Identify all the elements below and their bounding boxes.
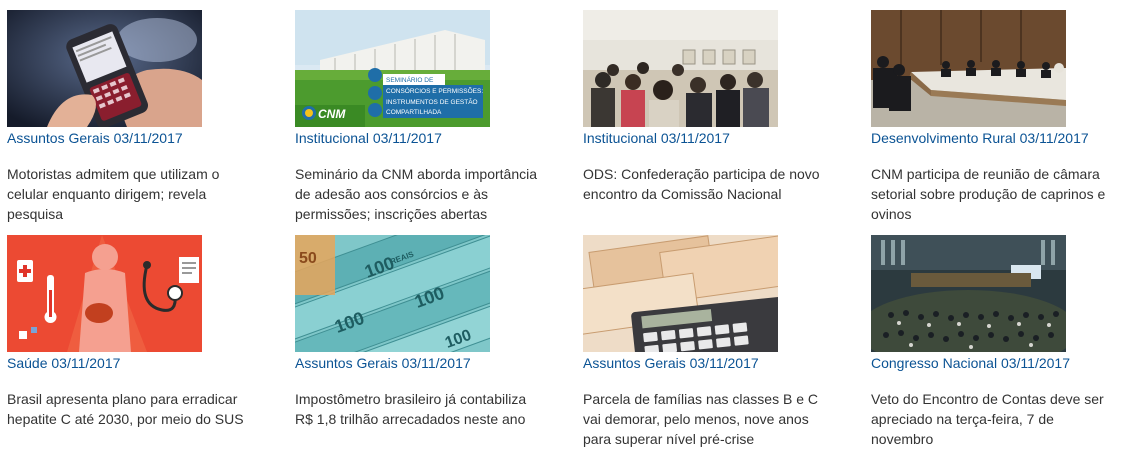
- news-category[interactable]: Desenvolvimento Rural: [871, 130, 1016, 146]
- news-category-date[interactable]: Institucional 03/11/2017: [295, 130, 576, 146]
- news-category-date[interactable]: Desenvolvimento Rural 03/11/2017: [871, 130, 1121, 146]
- news-card: Institucional 03/11/2017 ODS: Confederaç…: [576, 10, 864, 235]
- seminar-banner: SEMINÁRIO DE CONSÓRCIOS E PERMISSÕES: IN…: [295, 10, 490, 127]
- news-thumbnail-conference[interactable]: [871, 10, 1066, 127]
- news-thumbnail-health[interactable]: [7, 235, 202, 352]
- news-headline[interactable]: Impostômetro brasileiro já contabiliza R…: [295, 389, 540, 429]
- banner-line3: INSTRUMENTOS DE GESTÃO: [386, 97, 478, 106]
- news-date[interactable]: 03/11/2017: [51, 355, 120, 371]
- banner-line4: COMPARTILHADA: [386, 109, 442, 116]
- news-category-date[interactable]: Saúde 03/11/2017: [7, 355, 288, 371]
- news-date[interactable]: 03/11/2017: [1020, 130, 1089, 146]
- news-card: Saúde 03/11/2017 Brasil apresenta plano …: [0, 235, 288, 460]
- banner-line1: SEMINÁRIO DE: [386, 75, 434, 84]
- news-thumbnail-calculator[interactable]: [583, 235, 778, 352]
- news-category[interactable]: Assuntos Gerais: [295, 355, 398, 371]
- news-category[interactable]: Institucional: [295, 130, 369, 146]
- news-card: Assuntos Gerais 03/11/2017 Parcela de fa…: [576, 235, 864, 460]
- calculator-photo: [583, 235, 778, 352]
- news-category[interactable]: Congresso Nacional: [871, 355, 997, 371]
- news-headline[interactable]: Veto do Encontro de Contas deve ser apre…: [871, 389, 1116, 449]
- news-thumbnail-banknotes[interactable]: 50 100 100 100 100 REAIS: [295, 235, 490, 352]
- plenary-photo: [871, 235, 1066, 352]
- news-thumbnail-phone[interactable]: [7, 10, 202, 127]
- cnm-logo-text: CNM: [318, 107, 346, 121]
- news-category[interactable]: Assuntos Gerais: [583, 355, 686, 371]
- news-category-date[interactable]: Assuntos Gerais 03/11/2017: [295, 355, 576, 371]
- news-headline[interactable]: Brasil apresenta plano para erradicar he…: [7, 389, 252, 429]
- news-headline[interactable]: Parcela de famílias nas classes B e C va…: [583, 389, 828, 449]
- news-date[interactable]: 03/11/2017: [402, 355, 471, 371]
- news-category-date[interactable]: Assuntos Gerais 03/11/2017: [583, 355, 864, 371]
- news-category[interactable]: Assuntos Gerais: [7, 130, 110, 146]
- news-category[interactable]: Institucional: [583, 130, 657, 146]
- news-headline[interactable]: Seminário da CNM aborda importância de a…: [295, 164, 540, 224]
- news-date[interactable]: 03/11/2017: [114, 130, 183, 146]
- news-headline[interactable]: CNM participa de reunião de câmara setor…: [871, 164, 1116, 224]
- news-card: 50 100 100 100 100 REAIS Assuntos Gerais…: [288, 235, 576, 460]
- news-headline[interactable]: Motoristas admitem que utilizam o celula…: [7, 164, 252, 224]
- news-category-date[interactable]: Institucional 03/11/2017: [583, 130, 864, 146]
- news-grid: Assuntos Gerais 03/11/2017 Motoristas ad…: [0, 10, 1121, 460]
- news-date[interactable]: 03/11/2017: [690, 355, 759, 371]
- news-category-date[interactable]: Congresso Nacional 03/11/2017: [871, 355, 1121, 371]
- news-card: SEMINÁRIO DE CONSÓRCIOS E PERMISSÕES: IN…: [288, 10, 576, 235]
- news-category[interactable]: Saúde: [7, 355, 47, 371]
- phone-photo: [7, 10, 202, 127]
- news-thumbnail-plenary[interactable]: [871, 235, 1066, 352]
- note-denomination-50: 50: [299, 250, 317, 267]
- banknotes-photo: 50 100 100 100 100 REAIS: [295, 235, 490, 352]
- conference-photo: [871, 10, 1066, 127]
- news-headline[interactable]: ODS: Confederação participa de novo enco…: [583, 164, 828, 204]
- banner-line2: CONSÓRCIOS E PERMISSÕES:: [386, 86, 483, 95]
- meeting-photo: [583, 10, 778, 127]
- news-thumbnail-seminar[interactable]: SEMINÁRIO DE CONSÓRCIOS E PERMISSÕES: IN…: [295, 10, 490, 127]
- news-card: Congresso Nacional 03/11/2017 Veto do En…: [864, 235, 1121, 460]
- news-date[interactable]: 03/11/2017: [1001, 355, 1070, 371]
- news-card: Desenvolvimento Rural 03/11/2017 CNM par…: [864, 10, 1121, 235]
- news-date[interactable]: 03/11/2017: [661, 130, 730, 146]
- news-category-date[interactable]: Assuntos Gerais 03/11/2017: [7, 130, 288, 146]
- news-card: Assuntos Gerais 03/11/2017 Motoristas ad…: [0, 10, 288, 235]
- news-thumbnail-meeting[interactable]: [583, 10, 778, 127]
- news-date[interactable]: 03/11/2017: [373, 130, 442, 146]
- health-illustration: [7, 235, 202, 352]
